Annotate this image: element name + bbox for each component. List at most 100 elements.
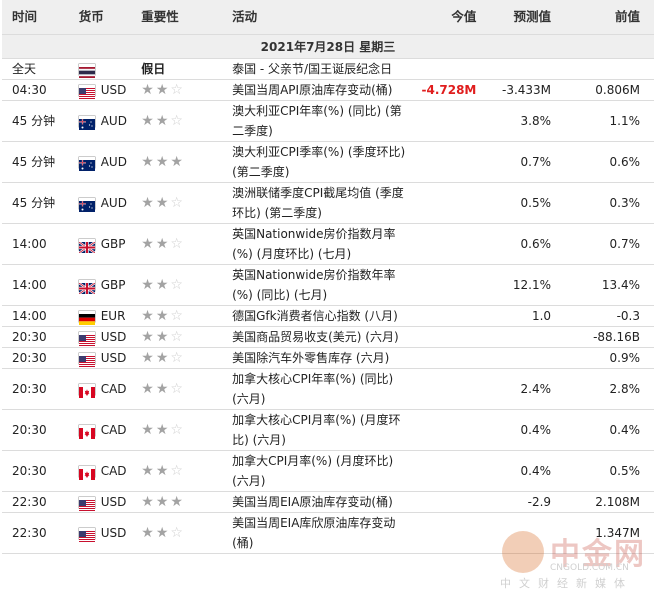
table-row[interactable]: 45 分钟 AUD ★★★ 澳大利亚CPI季率(%) (季度环比) (第二季度) 0.7… [2,141,654,183]
row-forecast: 0.6% [482,223,556,265]
row-event[interactable]: 美国当周EIA库欣原油库存变动(桶) [232,512,412,554]
row-time: 20:30 [2,368,79,410]
table-row[interactable]: 14:00 GBP ★★☆ 英国Nationwide房价指数年率(%) (同比) (七… [2,264,654,306]
table-row[interactable]: 全天 假日 泰国 - 父亲节/国王诞辰纪念日 [2,58,654,80]
currency-code: GBP [100,278,126,292]
row-time: 20:30 [2,409,79,451]
row-event[interactable]: 英国Nationwide房价指数年率(%) (同比) (七月) [232,264,412,306]
row-currency: AUD [78,141,142,183]
row-event[interactable]: 澳洲联储季度CPI截尾均值 (季度环比) (第二季度) [232,182,412,224]
row-actual [411,450,483,492]
currency-code: CAD [100,423,127,437]
currency-code: EUR [100,309,126,323]
us-flag-icon [78,497,95,512]
row-currency: CAD [78,368,142,410]
table-row[interactable]: 22:30 USD ★★☆ 美国当周EIA库欣原油库存变动(桶) 1.347M [2,512,654,554]
header-time[interactable]: 时间 [2,0,79,35]
table-row[interactable]: 20:30 USD ★★☆ 美国除汽车外零售库存 (六月) 0.9% [2,347,654,369]
importance-stars-icon: ★★☆ [141,463,185,479]
row-event[interactable]: 美国除汽车外零售库存 (六月) [232,347,412,369]
row-importance: ★★☆ [141,347,233,369]
date-label: 2021年7月28日 星期三 [2,34,654,59]
row-time: 20:30 [2,347,79,369]
table-row[interactable]: 20:30 CAD ★★☆ 加拿大CPI月率(%) (月度环比) (六月) 0.4% 0.… [2,450,654,492]
row-event[interactable]: 澳大利亚CPI年率(%) (同比) (第二季度) [232,100,412,142]
table-row[interactable]: 22:30 USD ★★★ 美国当周EIA原油库存变动(桶) -2.9 2.108M [2,491,654,513]
row-currency: GBP [78,223,142,265]
table-row[interactable]: 04:30 USD ★★☆ 美国当周API原油库存变动(桶) -4.728M -3.433… [2,79,654,101]
row-forecast: 0.5% [482,182,556,224]
row-actual [411,512,483,554]
de-flag-icon [78,311,95,325]
au-flag-icon [78,116,95,130]
row-event[interactable]: 加拿大核心CPI月率(%) (月度环比) (六月) [232,409,412,451]
row-time: 20:30 [2,326,79,348]
row-forecast: 12.1% [482,264,556,306]
row-time: 20:30 [2,450,79,492]
row-actual [411,58,483,80]
table-row[interactable]: 20:30 CAD ★★☆ 加拿大核心CPI年率(%) (同比) (六月) 2.4% 2.… [2,368,654,410]
row-time: 14:00 [2,264,79,306]
table-row[interactable]: 45 分钟 AUD ★★☆ 澳洲联储季度CPI截尾均值 (季度环比) (第二季度) 0.… [2,182,654,224]
logo-tagline: 中文财经新媒体 [500,577,633,590]
importance-stars-icon: ★★☆ [141,422,185,438]
row-currency: USD [78,512,142,554]
header-previous[interactable]: 前值 [555,0,654,35]
header-currency[interactable]: 货币 [78,0,142,35]
importance-stars-icon: ★★☆ [141,277,185,293]
row-previous: 0.9% [555,347,654,369]
logo-url: CNGOLD.COM.CN [550,563,629,573]
row-time: 14:00 [2,305,79,327]
currency-code: AUD [100,114,127,128]
row-importance: ★★☆ [141,305,233,327]
row-currency: USD [78,491,142,513]
row-event[interactable]: 英国Nationwide房价指数月率(%) (月度环比) (七月) [232,223,412,265]
row-event[interactable]: 加拿大核心CPI年率(%) (同比) (六月) [232,368,412,410]
us-flag-icon [78,332,95,347]
row-forecast: -2.9 [482,491,556,513]
currency-code: USD [100,526,127,540]
row-forecast: -3.433M [482,79,556,101]
row-forecast [482,326,556,348]
ca-flag-icon [78,466,95,480]
table-row[interactable]: 45 分钟 AUD ★★☆ 澳大利亚CPI年率(%) (同比) (第二季度) 3.8% 1… [2,100,654,142]
row-importance: ★★☆ [141,450,233,492]
header-actual[interactable]: 今值 [411,0,483,35]
header-forecast[interactable]: 预测值 [482,0,556,35]
table-row[interactable]: 14:00 EUR ★★☆ 德国Gfk消费者信心指数 (八月) 1.0 -0.3 [2,305,654,327]
row-event[interactable]: 澳大利亚CPI季率(%) (季度环比) (第二季度) [232,141,412,183]
currency-code: AUD [100,196,127,210]
row-actual [411,347,483,369]
table-row[interactable]: 14:00 GBP ★★☆ 英国Nationwide房价指数月率(%) (月度环比) … [2,223,654,265]
table-row[interactable]: 20:30 CAD ★★☆ 加拿大核心CPI月率(%) (月度环比) (六月) 0.4%… [2,409,654,451]
row-actual [411,326,483,348]
row-time: 14:00 [2,223,79,265]
row-event[interactable]: 美国当周API原油库存变动(桶) [232,79,412,101]
us-flag-icon [78,85,95,100]
row-currency: USD [78,79,142,101]
row-time: 04:30 [2,79,79,101]
row-currency: EUR [78,305,142,327]
table-row[interactable]: 20:30 USD ★★☆ 美国商品贸易收支(美元) (六月) -88.16B [2,326,654,348]
row-event[interactable]: 泰国 - 父亲节/国王诞辰纪念日 [232,58,412,80]
row-forecast: 0.4% [482,450,556,492]
gb-flag-icon [78,239,96,254]
importance-stars-icon: ★★☆ [141,525,185,541]
row-event[interactable]: 美国当周EIA原油库存变动(桶) [232,491,412,513]
row-event[interactable]: 美国商品贸易收支(美元) (六月) [232,326,412,348]
row-currency: USD [78,347,142,369]
row-event[interactable]: 德国Gfk消费者信心指数 (八月) [232,305,412,327]
header-importance[interactable]: 重要性 [141,0,233,35]
row-previous: 0.806M [555,79,654,101]
row-previous: 2.108M [555,491,654,513]
row-importance: ★★★ [141,491,233,513]
currency-code: CAD [100,382,127,396]
row-currency: AUD [78,100,142,142]
row-actual: -4.728M [411,79,483,101]
row-importance: ★★☆ [141,326,233,348]
row-event[interactable]: 加拿大CPI月率(%) (月度环比) (六月) [232,450,412,492]
header-event[interactable]: 活动 [232,0,412,35]
row-forecast [482,347,556,369]
row-previous: 0.6% [555,141,654,183]
row-time: 45 分钟 [2,141,79,183]
